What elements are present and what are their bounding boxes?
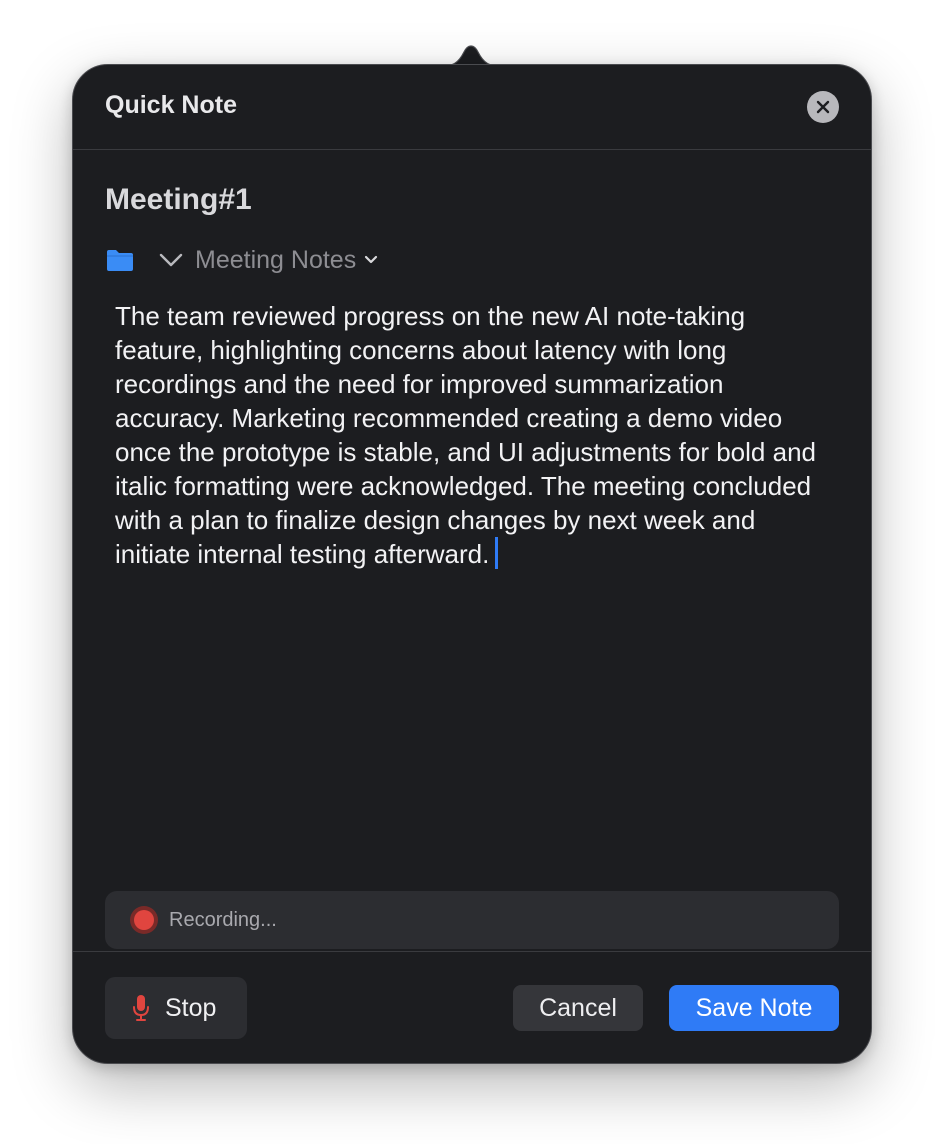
note-body-text: The team reviewed progress on the new AI… <box>115 301 816 569</box>
folder-icon <box>107 250 133 271</box>
text-cursor <box>495 537 499 569</box>
stage: Quick Note Meeting#1 Meeting Notes The t… <box>0 0 944 1144</box>
window-title: Quick Note <box>105 91 237 119</box>
microphone-icon <box>133 995 149 1021</box>
record-dot-icon <box>130 906 158 934</box>
save-note-button[interactable]: Save Note <box>669 985 839 1031</box>
note-title[interactable]: Meeting#1 <box>105 183 252 217</box>
quick-note-popover: Quick Note Meeting#1 Meeting Notes The t… <box>72 64 872 1064</box>
cancel-button[interactable]: Cancel <box>513 985 643 1031</box>
recording-status-bar: Recording... <box>105 891 839 949</box>
dropdown-chevron-icon <box>365 255 378 264</box>
close-button[interactable] <box>807 91 839 123</box>
stop-recording-button[interactable]: Stop <box>105 977 247 1039</box>
stop-button-label: Stop <box>165 993 217 1022</box>
recording-status-text: Recording... <box>169 908 277 931</box>
chevron-down-icon[interactable] <box>159 252 183 268</box>
folder-row: Meeting Notes <box>105 243 378 277</box>
folder-dropdown-label: Meeting Notes <box>195 245 357 274</box>
popover-footer: Stop Cancel Save Note <box>73 951 871 1063</box>
note-body-editor[interactable]: The team reviewed progress on the new AI… <box>115 299 831 571</box>
folder-dropdown[interactable]: Meeting Notes <box>195 246 378 275</box>
popover-header: Quick Note <box>73 65 871 150</box>
close-icon <box>816 100 830 114</box>
